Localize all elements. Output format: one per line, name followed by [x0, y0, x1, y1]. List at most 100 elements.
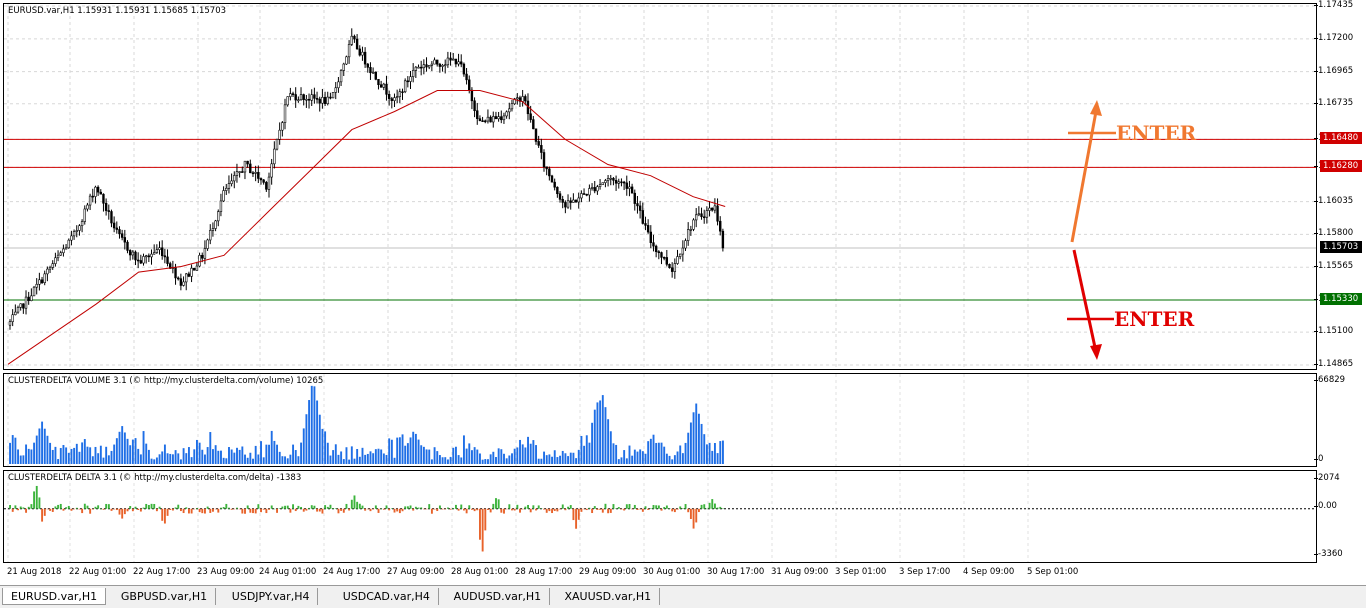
delta-bar: [340, 508, 343, 511]
delta-bar: [503, 508, 505, 514]
volume-bar: [540, 458, 543, 464]
delta-bar: [65, 507, 68, 509]
delta-bar: [655, 505, 658, 509]
chart-tab-audusd-var-h1[interactable]: AUDUSD.var,H1: [446, 588, 551, 605]
delta-bar: [430, 508, 433, 514]
volume-bar: [441, 457, 444, 464]
volume-bar: [35, 435, 38, 464]
delta-bar: [369, 508, 372, 512]
volume-bar: [342, 459, 345, 464]
delta-bar: [537, 505, 540, 509]
candle-body: [379, 84, 383, 88]
chart-tab-eurusd-var-h1[interactable]: EURUSD.var,H1: [2, 588, 107, 605]
volume-bar: [9, 442, 11, 464]
delta-bar: [169, 508, 172, 510]
candle-body: [99, 191, 102, 195]
time-axis-label: 30 Aug 17:00: [707, 567, 765, 577]
volume-bar: [337, 454, 340, 464]
volume-bar: [284, 456, 287, 464]
candle-body: [246, 160, 249, 165]
candle-body: [601, 182, 604, 185]
delta-indicator-label: CLUSTERDELTA DELTA 3.1 (© http://my.clus…: [8, 473, 302, 483]
candle-body: [78, 225, 81, 231]
volume-bar: [444, 457, 447, 464]
volume-bar: [593, 409, 596, 464]
volume-bar: [11, 435, 14, 464]
volume-bar: [276, 444, 278, 464]
volume-bar: [671, 459, 674, 464]
volume-bar: [75, 443, 78, 464]
volume-bar: [268, 444, 270, 464]
delta-panel[interactable]: CLUSTERDELTA DELTA 3.1 (© http://my.clus…: [3, 470, 1317, 563]
chart-tab-usdjpy-var-h4[interactable]: USDJPY.var,H4: [224, 588, 319, 605]
volume-bar: [569, 452, 572, 464]
delta-bar: [268, 508, 270, 510]
delta-bar: [244, 508, 246, 514]
volume-bar: [577, 449, 580, 464]
candle-body: [500, 116, 503, 121]
volume-bar: [97, 453, 100, 464]
delta-histogram: [4, 471, 1316, 562]
volume-bar: [206, 447, 209, 464]
delta-bar: [302, 508, 305, 512]
delta-bar: [364, 508, 367, 511]
candle-body: [673, 263, 677, 272]
delta-bar: [73, 508, 76, 510]
volume-bar: [59, 448, 62, 464]
volume-bar: [465, 448, 468, 464]
chart-tab-usdcad-var-h4[interactable]: USDCAD.var,H4: [335, 588, 439, 605]
delta-bar: [489, 508, 492, 513]
volume-bar: [660, 442, 663, 464]
price-scale[interactable]: 1.17435 1.17200 1.16965 1.16735 1.16480 1.162…: [1313, 0, 1366, 370]
volume-bar: [476, 449, 479, 464]
volume-bar: [647, 441, 650, 464]
delta-bar: [163, 508, 166, 524]
delta-bar: [380, 508, 383, 510]
volume-panel[interactable]: CLUSTERDELTA VOLUME 3.1 (© http://my.clu…: [3, 373, 1317, 467]
volume-bar: [49, 442, 52, 464]
candle-body: [593, 187, 596, 192]
volume-bar: [388, 438, 391, 464]
volume-bar: [292, 444, 295, 464]
delta-bar: [220, 507, 222, 509]
volume-bar: [636, 451, 639, 464]
volume-bar: [721, 440, 724, 464]
candle-body: [580, 193, 583, 199]
delta-bar: [337, 508, 340, 514]
time-axis[interactable]: 21 Aug 2018 22 Aug 01:00 22 Aug 17:00 23 Au…: [3, 563, 1317, 583]
candle-body: [214, 220, 217, 229]
candle-body: [222, 190, 225, 202]
volume-bar: [150, 458, 153, 464]
candle-body: [361, 51, 364, 56]
volume-bar: [489, 454, 492, 464]
volume-bar: [209, 432, 212, 464]
volume-bar: [713, 443, 716, 464]
candle-body: [291, 93, 295, 95]
volume-bar: [551, 456, 554, 464]
chart-tab-xauusd-var-h1[interactable]: XAUUSD.var,H1: [557, 588, 661, 605]
volume-bar: [641, 451, 644, 464]
delta-bar: [372, 508, 375, 510]
volume-bar: [559, 455, 562, 464]
delta-bar: [620, 508, 623, 510]
delta-bar: [147, 504, 150, 509]
chart-tab-gbpusd-var-h1[interactable]: GBPUSD.var,H1: [113, 588, 217, 605]
delta-bar: [609, 508, 612, 513]
delta-bar: [463, 508, 465, 511]
time-axis-label: 22 Aug 01:00: [69, 567, 127, 577]
candle-body: [67, 239, 70, 249]
delta-bar: [305, 508, 308, 511]
volume-bar: [257, 454, 260, 464]
volume-bar: [588, 442, 591, 464]
candle-body: [126, 241, 129, 251]
delta-bar: [433, 508, 436, 510]
volume-bar: [233, 452, 236, 464]
candle-body: [545, 166, 548, 170]
delta-bar: [441, 508, 444, 510]
candle-body: [358, 48, 361, 56]
main-chart-panel[interactable]: EURUSD.var,H1 1.15931 1.15931 1.15685 1.…: [3, 3, 1317, 370]
volume-bar: [492, 451, 495, 464]
candle-body: [8, 321, 12, 326]
candle-body: [556, 186, 559, 195]
delta-bar: [580, 508, 583, 512]
